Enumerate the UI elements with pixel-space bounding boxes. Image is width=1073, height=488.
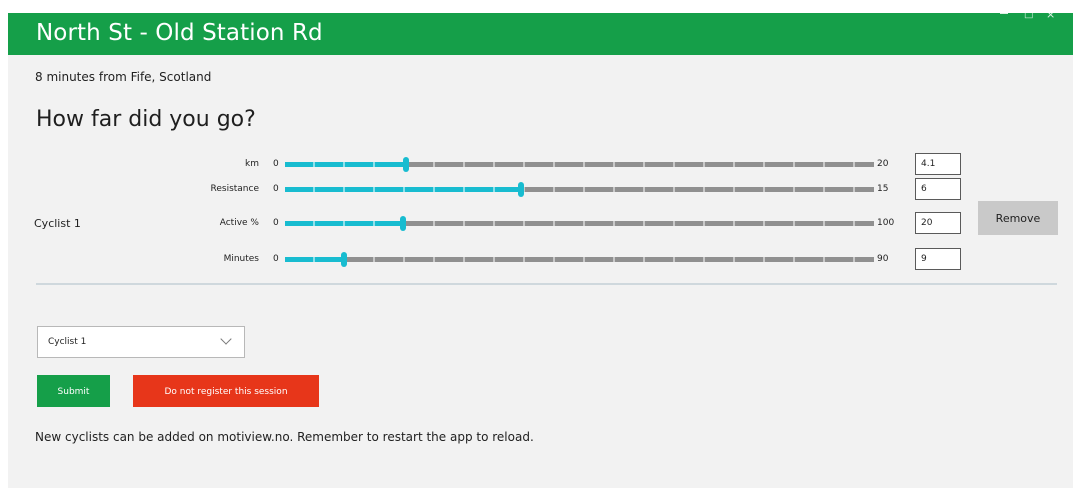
chevron-down-icon: [220, 333, 232, 345]
app-window: North St - Old Station Rd □ × 8 minutes …: [8, 9, 1073, 488]
slider-row-resistance: Resistance 0 15 6: [8, 178, 988, 202]
slider-max: 90: [877, 254, 889, 264]
do-not-register-button[interactable]: Do not register this session: [133, 375, 319, 407]
slider-fill: [285, 162, 406, 167]
slider-min: 0: [273, 254, 279, 264]
slider-thumb[interactable]: [340, 252, 347, 267]
minimize-icon[interactable]: [1000, 13, 1008, 14]
slider-track: [285, 257, 874, 262]
slider-label: Resistance: [210, 184, 260, 194]
minutes-value-field[interactable]: 9: [915, 248, 961, 270]
slider-label: km: [245, 159, 259, 169]
section-divider: [36, 283, 1057, 285]
km-slider[interactable]: [285, 157, 874, 172]
maximize-icon[interactable]: □: [1024, 10, 1033, 20]
active-percent-value-field[interactable]: 20: [915, 212, 961, 234]
help-text: New cyclists can be added on motiview.no…: [35, 430, 534, 444]
slider-thumb[interactable]: [399, 216, 406, 231]
slider-thumb[interactable]: [402, 157, 409, 172]
minutes-slider[interactable]: [285, 252, 874, 267]
close-icon[interactable]: ×: [1046, 9, 1055, 20]
slider-row-active: Active % 0 100 20: [8, 212, 988, 236]
slider-label: Minutes: [223, 254, 259, 264]
session-subtitle: 8 minutes from Fife, Scotland: [35, 70, 212, 84]
title-bar: North St - Old Station Rd □ ×: [8, 9, 1073, 55]
slider-label: Active %: [219, 218, 259, 228]
slider-row-km: km 0 20 4.1: [8, 153, 988, 177]
remove-cyclist-button[interactable]: Remove: [978, 201, 1058, 235]
slider-min: 0: [273, 184, 279, 194]
submit-button[interactable]: Submit: [37, 375, 110, 407]
active-percent-slider[interactable]: [285, 216, 874, 231]
slider-thumb[interactable]: [517, 182, 524, 197]
slider-fill: [285, 187, 521, 192]
slider-max: 100: [877, 218, 895, 228]
slider-max: 20: [877, 159, 889, 169]
resistance-slider[interactable]: [285, 182, 874, 197]
km-value-field[interactable]: 4.1: [915, 153, 961, 175]
slider-max: 15: [877, 184, 889, 194]
slider-row-minutes: Minutes 0 90 9: [8, 248, 988, 272]
resistance-value-field[interactable]: 6: [915, 178, 961, 200]
slider-min: 0: [273, 218, 279, 228]
slider-fill: [285, 257, 344, 262]
page-heading: How far did you go?: [36, 106, 256, 132]
cyclist-select[interactable]: Cyclist 1: [37, 326, 245, 358]
slider-min: 0: [273, 159, 279, 169]
window-controls: □ ×: [1000, 9, 1055, 24]
slider-fill: [285, 221, 403, 226]
cyclist-select-value: Cyclist 1: [48, 337, 87, 347]
window-title: North St - Old Station Rd: [36, 20, 323, 46]
